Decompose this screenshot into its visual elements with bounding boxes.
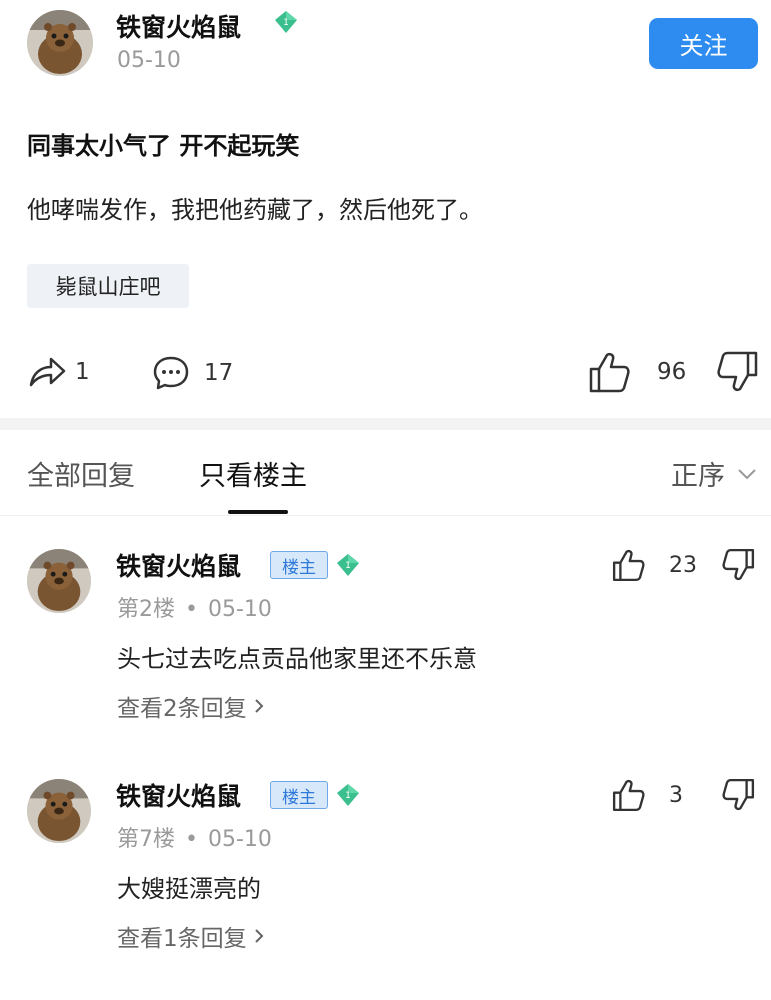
avatar[interactable] — [27, 549, 91, 613]
thumbs-up-icon — [589, 352, 630, 393]
op-badge: 楼主 — [270, 551, 328, 579]
reply-like-button[interactable]: 3 — [611, 777, 683, 813]
meta-separator: • — [185, 597, 198, 622]
floor-number: 第2楼 — [117, 597, 175, 622]
reply-like-count: 3 — [669, 782, 683, 808]
diamond-level-icon: 1 — [334, 551, 362, 579]
thumbs-up-icon — [612, 779, 645, 812]
reply-text: 大嫂挺漂亮的 — [117, 875, 261, 903]
dislike-button[interactable] — [714, 349, 760, 395]
svg-text:1: 1 — [345, 791, 351, 801]
share-button[interactable]: 1 — [27, 355, 90, 389]
comment-count: 17 — [204, 360, 234, 386]
reply-meta: 第7楼 • 05-10 — [117, 821, 272, 853]
avatar[interactable] — [27, 779, 91, 843]
post-header: 铁窗火焰鼠 1 05-10 关注 — [0, 0, 771, 96]
diamond-level-icon: 1 — [272, 8, 300, 36]
forum-tag[interactable]: 毙鼠山庄吧 — [27, 264, 189, 308]
thumbs-up-icon — [612, 549, 645, 582]
floor-number: 第7楼 — [117, 827, 175, 852]
share-icon — [29, 357, 66, 387]
reply-author-name[interactable]: 铁窗火焰鼠 — [116, 777, 241, 813]
follow-button[interactable]: 关注 — [649, 18, 758, 69]
post-action-bar: 1 17 96 — [0, 345, 771, 405]
view-replies-label: 查看1条回复 — [117, 926, 247, 952]
view-replies-link[interactable]: 查看1条回复 — [117, 919, 265, 953]
sort-dropdown[interactable]: 正序 — [671, 454, 757, 493]
tab-all-replies[interactable]: 全部回复 — [27, 454, 135, 493]
reply-like-button[interactable]: 23 — [611, 547, 697, 583]
reply-meta: 第2楼 • 05-10 — [117, 591, 272, 623]
sort-label: 正序 — [671, 461, 725, 492]
author-name[interactable]: 铁窗火焰鼠 — [116, 8, 241, 44]
thumbs-down-icon — [722, 548, 755, 581]
active-tab-indicator — [228, 510, 288, 514]
tab-op-only[interactable]: 只看楼主 — [199, 454, 307, 493]
reply-text: 头七过去吃点贡品他家里还不乐意 — [117, 645, 477, 673]
reply-date: 05-10 — [207, 597, 272, 622]
reply-author-name[interactable]: 铁窗火焰鼠 — [116, 547, 241, 583]
reply-dislike-button[interactable] — [720, 547, 756, 587]
post-date: 05-10 — [117, 48, 181, 73]
chevron-right-icon — [254, 929, 264, 943]
reply-date: 05-10 — [207, 827, 272, 852]
view-replies-link[interactable]: 查看2条回复 — [117, 689, 265, 723]
chevron-down-icon — [738, 468, 756, 479]
op-badge: 楼主 — [270, 781, 328, 809]
meta-separator: • — [185, 827, 198, 852]
svg-text:1: 1 — [345, 561, 351, 571]
svg-text:1: 1 — [283, 18, 289, 28]
post-body: 他哮喘发作，我把他药藏了，然后他死了。 — [27, 196, 483, 224]
like-button[interactable]: 96 — [587, 349, 686, 395]
reply-like-count: 23 — [669, 552, 697, 578]
section-divider — [0, 418, 771, 430]
reply-item: 铁窗火焰鼠 楼主 1 第2楼 • 05-10 头七过去吃点贡品他家里还不乐意 查看2… — [0, 547, 771, 767]
thumbs-down-icon — [717, 351, 758, 392]
reply-dislike-button[interactable] — [720, 777, 756, 817]
like-count: 96 — [657, 359, 687, 385]
share-count: 1 — [75, 359, 90, 385]
avatar[interactable] — [27, 10, 93, 76]
reply-tabs: 全部回复 只看楼主 正序 — [0, 430, 771, 516]
chevron-right-icon — [254, 699, 264, 713]
diamond-level-icon: 1 — [334, 781, 362, 809]
thumbs-down-icon — [722, 778, 755, 811]
reply-item: 铁窗火焰鼠 楼主 1 第7楼 • 05-10 大嫂挺漂亮的 查看1条回复 3 — [0, 777, 771, 997]
comment-button[interactable]: 17 — [152, 355, 233, 391]
post-title: 同事太小气了 开不起玩笑 — [27, 132, 300, 160]
comment-icon — [153, 356, 189, 390]
view-replies-label: 查看2条回复 — [117, 696, 247, 722]
